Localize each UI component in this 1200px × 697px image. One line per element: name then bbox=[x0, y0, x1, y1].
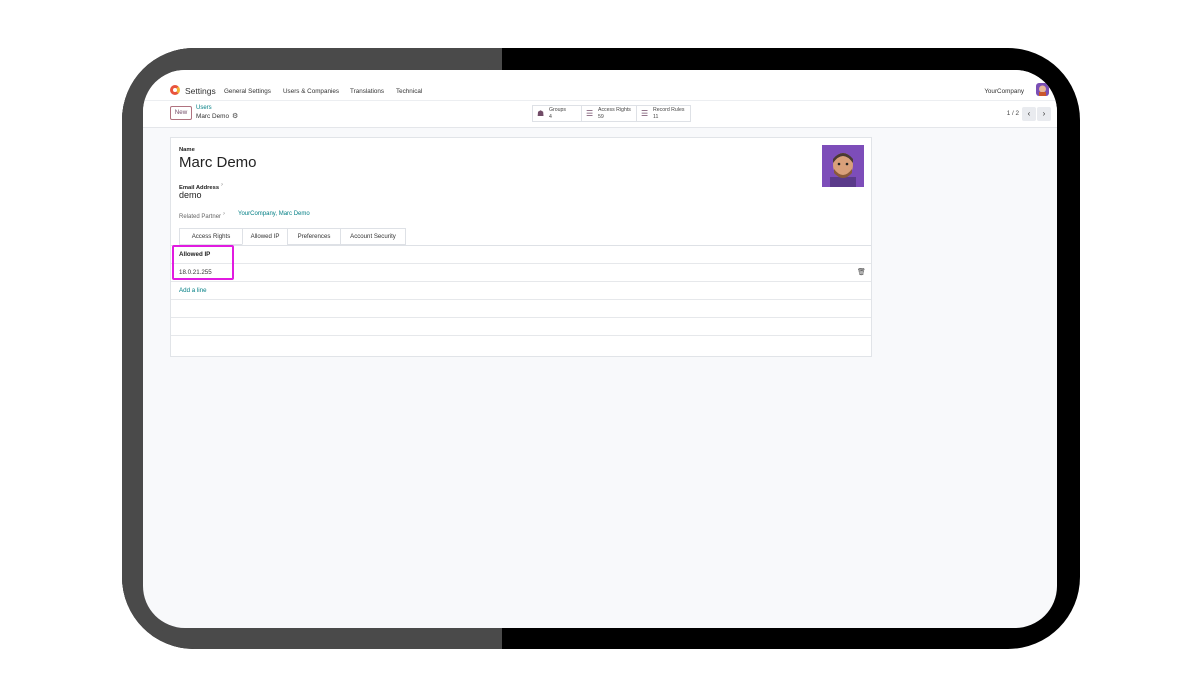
tab-preferences[interactable]: Preferences bbox=[287, 228, 341, 245]
list-icon: ☰ bbox=[641, 109, 649, 118]
add-a-line-link[interactable]: Add a line bbox=[179, 287, 207, 294]
company-switcher[interactable]: YourCompany bbox=[984, 88, 1024, 95]
users-icon: ☗ bbox=[537, 109, 545, 118]
avatar-illustration bbox=[822, 145, 864, 187]
help-tooltip-icon[interactable]: ? bbox=[223, 211, 225, 216]
row-divider bbox=[171, 317, 871, 318]
user-avatar[interactable] bbox=[1036, 83, 1049, 96]
list-icon: ☰ bbox=[586, 109, 594, 118]
app-screen: Settings General Settings Users & Compan… bbox=[143, 70, 1057, 628]
tab-underline bbox=[171, 245, 871, 246]
breadcrumb-users[interactable]: Users bbox=[196, 105, 212, 111]
email-field[interactable]: demo bbox=[179, 190, 202, 200]
form-sheet: Name Marc Demo Email Address ? demo Rela… bbox=[170, 137, 872, 357]
highlight-box bbox=[172, 245, 234, 280]
new-button[interactable]: New bbox=[170, 106, 192, 120]
gear-icon[interactable]: ⚙ bbox=[232, 112, 238, 120]
stat-value: 4 bbox=[549, 114, 552, 120]
menu-general-settings[interactable]: General Settings bbox=[224, 88, 271, 95]
stat-value: 11 bbox=[653, 114, 659, 120]
name-label: Name bbox=[179, 147, 195, 153]
pager-previous-button[interactable]: ‹ bbox=[1022, 107, 1036, 121]
name-field[interactable]: Marc Demo bbox=[179, 154, 257, 171]
stat-button-groups[interactable]: ☗ Groups 4 bbox=[532, 105, 582, 122]
tab-access-rights[interactable]: Access Rights bbox=[179, 228, 243, 245]
stat-label: Access Rights bbox=[598, 107, 631, 113]
app-name[interactable]: Settings bbox=[185, 86, 216, 96]
tab-allowed-ip[interactable]: Allowed IP bbox=[242, 228, 288, 245]
stat-button-record-rules[interactable]: ☰ Record Rules 11 bbox=[636, 105, 691, 122]
odoo-logo-icon[interactable] bbox=[170, 85, 180, 95]
menu-users-companies[interactable]: Users & Companies bbox=[283, 88, 339, 95]
row-divider bbox=[171, 299, 871, 300]
tab-account-security[interactable]: Account Security bbox=[340, 228, 406, 245]
menu-translations[interactable]: Translations bbox=[350, 88, 384, 95]
related-partner-link[interactable]: YourCompany, Marc Demo bbox=[238, 211, 310, 217]
help-tooltip-icon[interactable]: ? bbox=[221, 182, 223, 187]
stat-value: 59 bbox=[598, 114, 604, 120]
chevron-left-icon: ‹ bbox=[1027, 109, 1031, 118]
trash-icon[interactable]: 🗑 bbox=[857, 268, 866, 276]
user-photo[interactable] bbox=[822, 145, 864, 187]
top-navbar: Settings General Settings Users & Compan… bbox=[143, 70, 1057, 101]
pager-value[interactable]: 1 / 2 bbox=[1007, 110, 1019, 117]
chevron-right-icon: › bbox=[1042, 109, 1046, 118]
related-partner-label-text: Related Partner bbox=[179, 214, 222, 220]
row-divider bbox=[171, 335, 871, 336]
breadcrumb-current: Marc Demo bbox=[196, 113, 230, 120]
menu-technical[interactable]: Technical bbox=[396, 88, 422, 95]
stat-label: Groups bbox=[549, 107, 567, 113]
pager-next-button[interactable]: › bbox=[1037, 107, 1051, 121]
related-partner-label: Related Partner ? bbox=[179, 211, 225, 220]
stat-button-access-rights[interactable]: ☰ Access Rights 59 bbox=[581, 105, 637, 122]
row-divider bbox=[171, 263, 871, 264]
control-panel: New Users Marc Demo ⚙ ☗ Groups 4 ☰ Acces… bbox=[143, 101, 1057, 128]
row-divider bbox=[171, 281, 871, 282]
stat-label: Record Rules bbox=[653, 107, 685, 113]
